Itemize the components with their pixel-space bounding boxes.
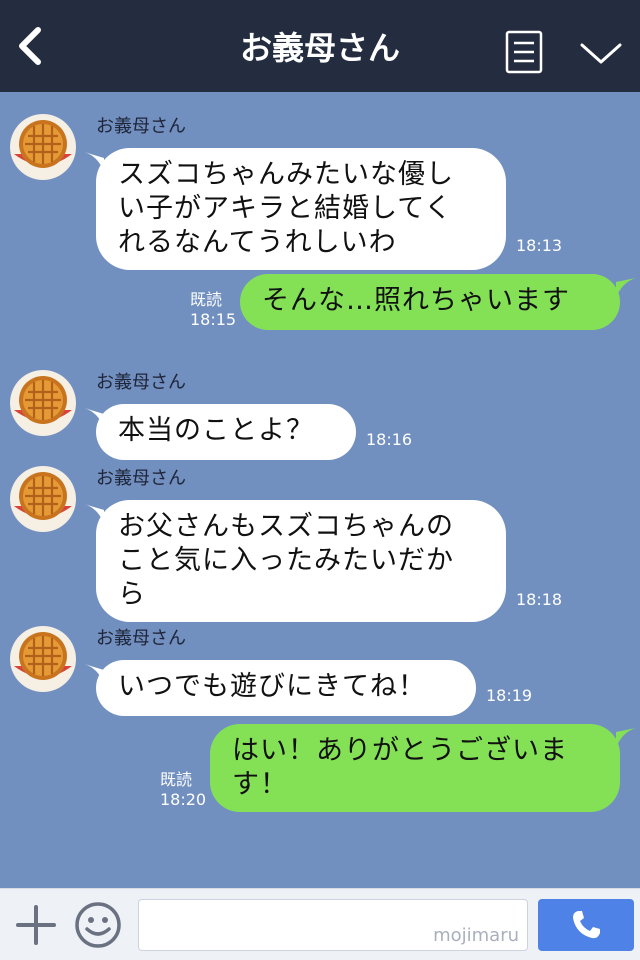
message-bubble[interactable]: はい！ありがとうございま す！ [210,724,620,812]
bubble-tail [616,278,636,298]
chevron-down-icon[interactable] [578,36,624,70]
sender-name: お義母さん [96,468,186,489]
message-time: 18:16 [366,430,413,449]
message-line: す！ [232,769,288,800]
message-time: 18:18 [516,590,563,609]
bubble-tail [616,728,636,748]
avatar[interactable] [10,370,76,436]
message-line: そんな…照れちゃいます [262,285,570,316]
plus-icon[interactable] [14,903,58,947]
message-line: スズコちゃんみたいな優し [118,159,454,190]
menu-icon[interactable] [504,30,544,74]
message-bubble[interactable]: そんな…照れちゃいます [240,274,620,330]
message-bubble[interactable]: 本当のことよ？ [96,404,356,460]
message-line: こと気に入ったみたいだか [118,545,454,576]
message-line: ら [118,579,146,610]
chat-title: お義母さん [239,29,400,67]
avatar[interactable] [10,626,76,692]
message-line: い子がアキラと結婚してく [118,193,453,224]
message-input[interactable]: mojimaru [138,899,528,951]
message-line: いつでも遊びにきてね！ [118,671,426,702]
read-receipt: 既読 [160,770,193,789]
sender-name: お義母さん [96,116,186,137]
message-time: 18:13 [516,236,563,255]
avatar[interactable] [10,466,76,532]
watermark: mojimaru [433,925,519,946]
message-bubble[interactable]: いつでも遊びにきてね！ [96,660,476,716]
message-list[interactable]: お義母さん スズコちゃんみたいな優し い子がアキラと結婚してく れるなんてうれし… [0,92,640,888]
smile-icon[interactable] [74,901,122,949]
message-composer: mojimaru [0,888,640,960]
sender-name: お義母さん [96,628,186,649]
message-bubble[interactable]: スズコちゃんみたいな優し い子がアキラと結婚してく れるなんてうれしいわ [96,148,506,270]
chat-header: お義母さん [0,0,640,92]
message-line: はい！ありがとうございま [232,735,568,766]
message-time: 18:19 [486,686,533,705]
message-bubble[interactable]: お父さんもスズコちゃんの こと気に入ったみたいだか ら [96,500,506,622]
avatar[interactable] [10,114,76,180]
sender-name: お義母さん [96,372,186,393]
chevron-left-icon[interactable] [12,24,52,68]
message-line: れるなんてうれしいわ [118,227,397,258]
message-line: お父さんもスズコちゃんの [118,511,454,542]
read-receipt: 既読 [190,290,223,309]
message-time: 18:20 [160,790,207,809]
message-time: 18:15 [190,310,237,329]
message-line: 本当のことよ？ [118,415,314,446]
call-button[interactable] [538,899,634,951]
phone-icon [573,911,600,939]
